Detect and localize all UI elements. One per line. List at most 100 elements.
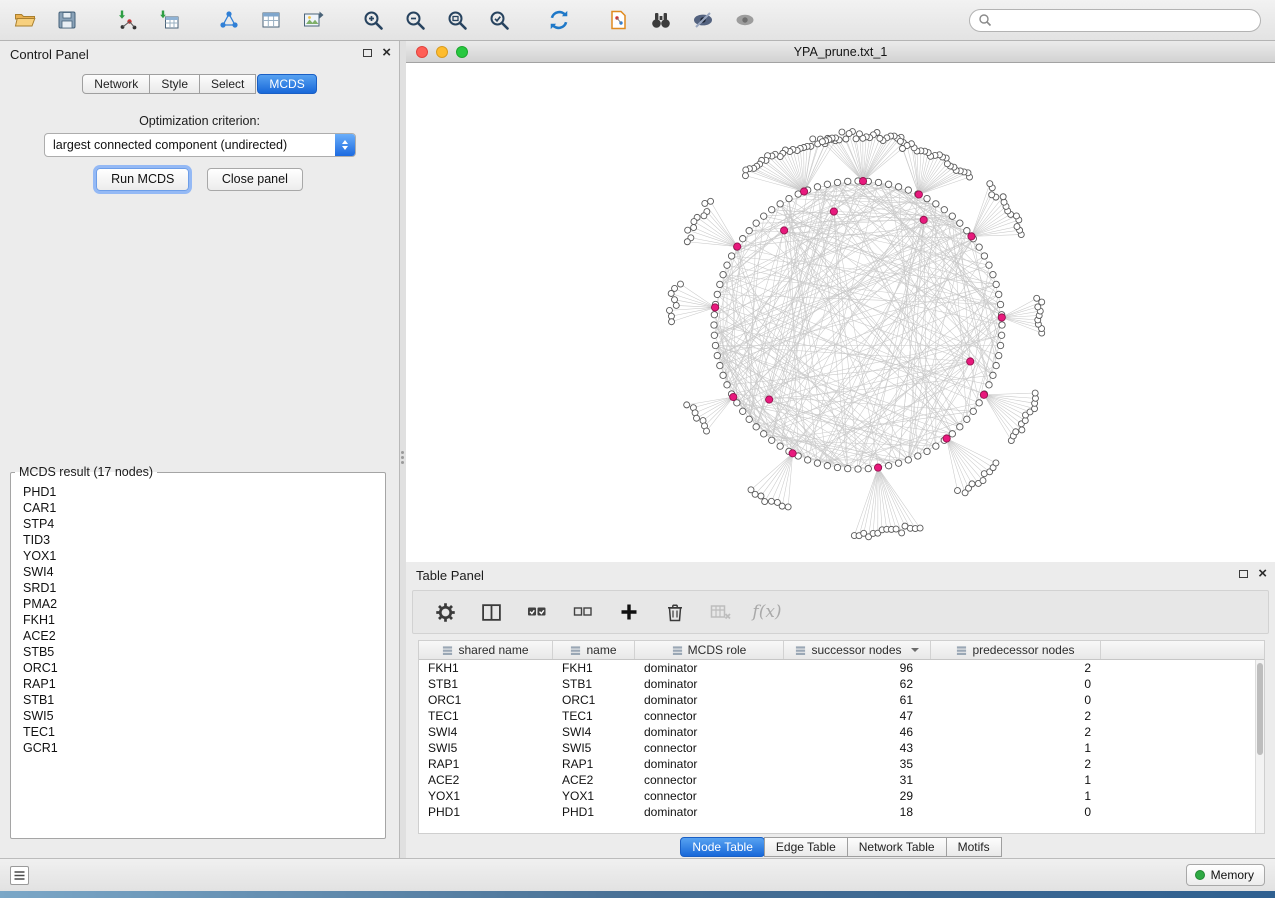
table-cell[interactable]: 61 [784, 692, 931, 708]
zoom-fit-button[interactable] [440, 4, 474, 36]
network-canvas[interactable] [406, 63, 1275, 562]
tab-select[interactable]: Select [199, 74, 256, 94]
table-cell[interactable]: ACE2 [553, 772, 635, 788]
new-network-button[interactable] [212, 4, 246, 36]
table-cell[interactable]: 18 [784, 804, 931, 820]
table-row[interactable]: SWI4SWI4dominator462 [419, 724, 1264, 740]
table-row[interactable]: TEC1TEC1connector472 [419, 708, 1264, 724]
table-cell[interactable]: 43 [784, 740, 931, 756]
table-row[interactable]: YOX1YOX1connector291 [419, 788, 1264, 804]
table-row[interactable]: STB1STB1dominator620 [419, 676, 1264, 692]
table-cell[interactable]: SWI4 [553, 724, 635, 740]
search-input[interactable] [992, 13, 1252, 27]
table-cell[interactable]: 0 [931, 804, 1101, 820]
mcds-result-item[interactable]: SRD1 [23, 580, 373, 596]
import-network-button[interactable] [110, 4, 144, 36]
column-header-predecessor-nodes[interactable]: predecessor nodes [931, 641, 1101, 659]
tab-style[interactable]: Style [149, 74, 200, 94]
mcds-result-item[interactable]: STP4 [23, 516, 373, 532]
mcds-result-item[interactable]: ORC1 [23, 660, 373, 676]
table-cell[interactable]: TEC1 [553, 708, 635, 724]
table-settings-button[interactable] [433, 600, 457, 624]
table-row[interactable]: ORC1ORC1dominator610 [419, 692, 1264, 708]
float-panel-icon[interactable] [363, 49, 372, 57]
deselect-all-button[interactable] [571, 600, 595, 624]
table-row[interactable]: RAP1RAP1dominator352 [419, 756, 1264, 772]
tab-motifs[interactable]: Motifs [946, 837, 1002, 857]
tab-network[interactable]: Network [82, 74, 150, 94]
table-cell[interactable]: 2 [931, 708, 1101, 724]
table-cell[interactable]: dominator [635, 676, 784, 692]
table-row[interactable]: SWI5SWI5connector431 [419, 740, 1264, 756]
delete-column-button[interactable] [663, 600, 687, 624]
search-network-button[interactable] [644, 4, 678, 36]
table-cell[interactable]: 0 [931, 692, 1101, 708]
select-all-button[interactable] [525, 600, 549, 624]
mcds-result-item[interactable]: YOX1 [23, 548, 373, 564]
show-panel-toggle[interactable] [10, 866, 29, 885]
table-cell[interactable]: ORC1 [553, 692, 635, 708]
table-cell[interactable]: dominator [635, 756, 784, 772]
close-panel-button[interactable]: Close panel [207, 168, 303, 191]
table-cell[interactable]: 35 [784, 756, 931, 772]
mcds-result-item[interactable]: STB1 [23, 692, 373, 708]
table-cell[interactable]: 47 [784, 708, 931, 724]
table-cell[interactable]: STB1 [419, 676, 553, 692]
table-cell[interactable]: 46 [784, 724, 931, 740]
table-cell[interactable]: 0 [931, 676, 1101, 692]
table-cell[interactable]: STB1 [553, 676, 635, 692]
table-cell[interactable]: RAP1 [419, 756, 553, 772]
search-field[interactable] [969, 9, 1261, 32]
open-file-button[interactable] [8, 4, 42, 36]
column-header-shared-name[interactable]: shared name [419, 641, 553, 659]
mcds-result-item[interactable]: PMA2 [23, 596, 373, 612]
column-header-name[interactable]: name [553, 641, 635, 659]
copy-style-button[interactable] [602, 4, 636, 36]
mcds-result-item[interactable]: SWI4 [23, 564, 373, 580]
table-cell[interactable]: dominator [635, 660, 784, 676]
table-cell[interactable]: 1 [931, 788, 1101, 804]
table-cell[interactable]: 2 [931, 756, 1101, 772]
table-cell[interactable]: ACE2 [419, 772, 553, 788]
table-cell[interactable]: PHD1 [553, 804, 635, 820]
table-row[interactable]: FKH1FKH1dominator962 [419, 660, 1264, 676]
table-scrollbar[interactable] [1255, 660, 1264, 833]
float-table-panel-icon[interactable] [1239, 570, 1248, 578]
table-cell[interactable]: 2 [931, 660, 1101, 676]
export-image-button[interactable] [296, 4, 330, 36]
mcds-result-item[interactable]: PHD1 [23, 484, 373, 500]
save-button[interactable] [50, 4, 84, 36]
table-cell[interactable]: connector [635, 788, 784, 804]
import-table-button[interactable] [152, 4, 186, 36]
tab-network-table[interactable]: Network Table [847, 837, 947, 857]
add-column-button[interactable] [617, 600, 641, 624]
refresh-button[interactable] [542, 4, 576, 36]
table-cell[interactable]: ORC1 [419, 692, 553, 708]
table-cell[interactable]: YOX1 [553, 788, 635, 804]
table-cell[interactable]: 31 [784, 772, 931, 788]
table-cell[interactable]: 62 [784, 676, 931, 692]
table-cell[interactable]: YOX1 [419, 788, 553, 804]
table-cell[interactable]: 1 [931, 740, 1101, 756]
column-header-successor-nodes[interactable]: successor nodes [784, 641, 931, 659]
table-cell[interactable]: SWI5 [419, 740, 553, 756]
close-table-panel-icon[interactable]: × [1258, 568, 1267, 580]
close-window-button[interactable] [416, 46, 428, 58]
table-row[interactable]: PHD1PHD1dominator180 [419, 804, 1264, 820]
table-cell[interactable]: FKH1 [553, 660, 635, 676]
table-cell[interactable]: PHD1 [419, 804, 553, 820]
table-cell[interactable]: FKH1 [419, 660, 553, 676]
new-table-button[interactable] [254, 4, 288, 36]
mcds-result-item[interactable]: RAP1 [23, 676, 373, 692]
close-panel-icon[interactable]: × [382, 47, 391, 59]
table-cell[interactable]: 2 [931, 724, 1101, 740]
tab-mcds[interactable]: MCDS [257, 74, 316, 94]
table-cell[interactable]: 29 [784, 788, 931, 804]
table-cell[interactable]: SWI5 [553, 740, 635, 756]
show-elements-button[interactable] [728, 4, 762, 36]
function-builder-button[interactable]: f(x) [755, 600, 779, 624]
zoom-selected-button[interactable] [482, 4, 516, 36]
mcds-result-item[interactable]: GCR1 [23, 740, 373, 756]
hide-elements-button[interactable] [686, 4, 720, 36]
network-graph[interactable] [406, 63, 1275, 562]
